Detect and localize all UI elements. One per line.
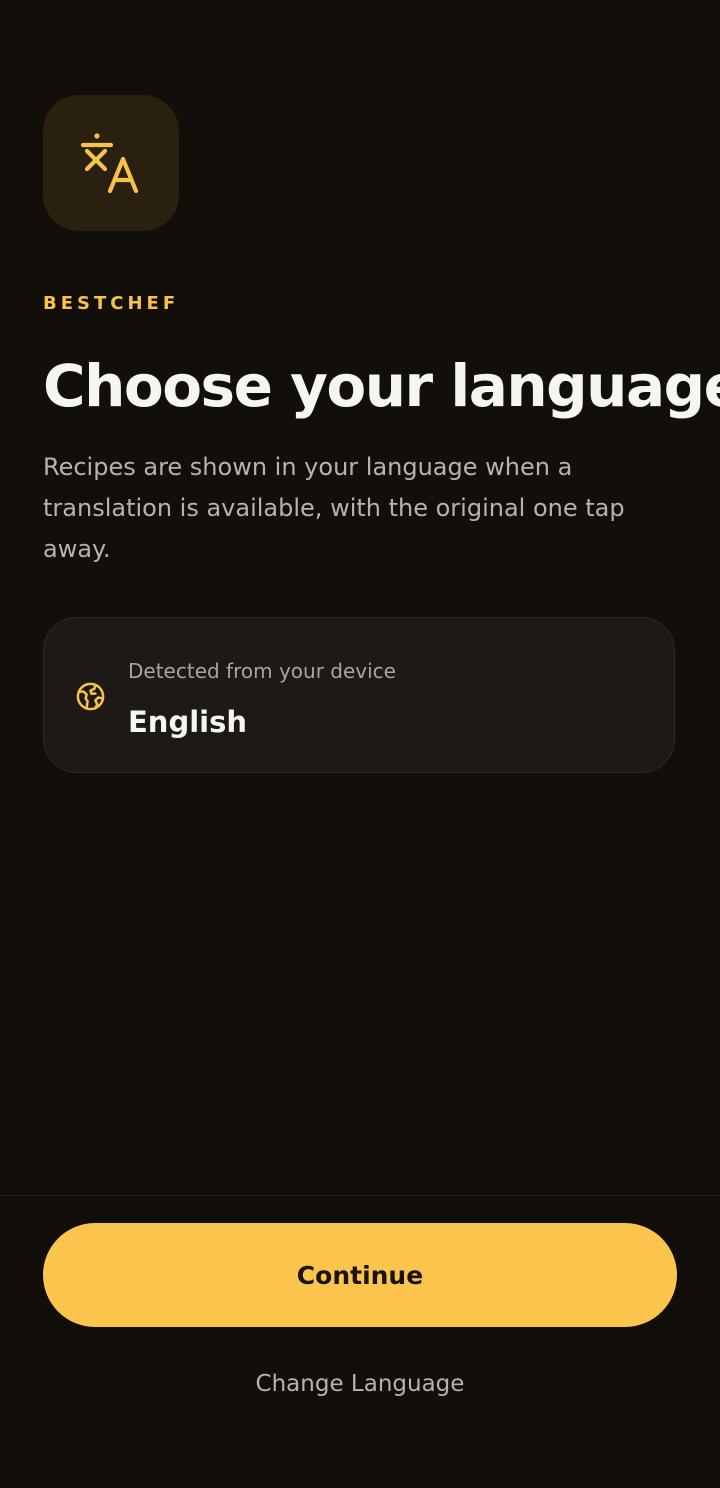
- page-title: Choose your language: [43, 352, 720, 420]
- detected-language: English: [128, 705, 248, 739]
- translate-icon: [80, 133, 139, 194]
- brand-name: BESTCHEF: [43, 293, 180, 314]
- continue-button[interactable]: Continue: [43, 1223, 677, 1327]
- page-subtitle: Recipes are shown in your language when …: [43, 453, 625, 563]
- app-icon-tile: [43, 95, 179, 231]
- detected-language-card[interactable]: Detected from your device English: [43, 617, 675, 773]
- change-language-link[interactable]: Change Language: [0, 1371, 720, 1397]
- globe-icon: [76, 682, 105, 711]
- footer-divider: [0, 1195, 720, 1196]
- detected-label: Detected from your device: [128, 659, 396, 683]
